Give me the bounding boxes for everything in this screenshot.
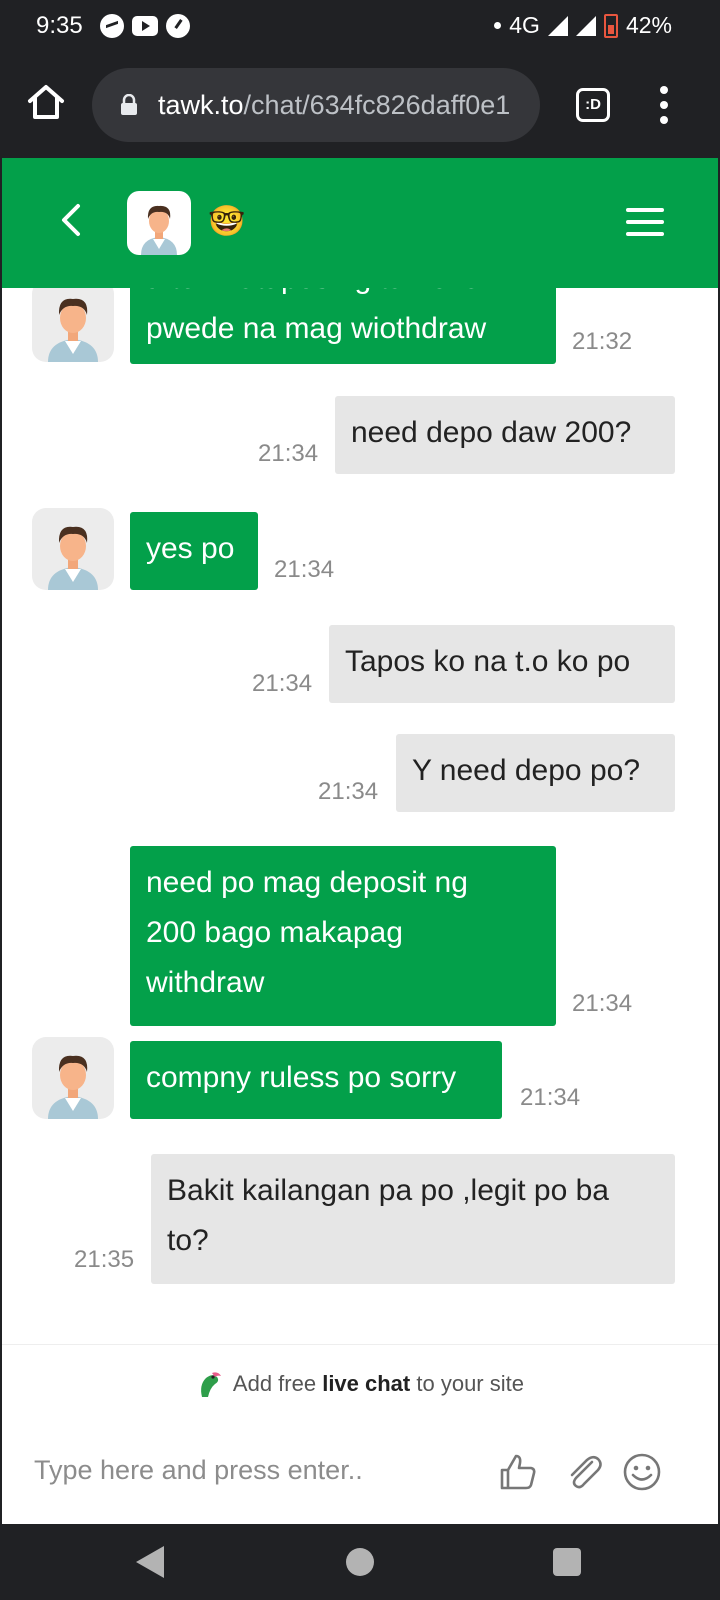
message-line: Bakit kailangan pa po ,legit po ba [167,1174,609,1207]
message-line: withdraw [146,966,265,999]
lock-icon [121,94,137,115]
visitor-message: Bakit kailangan pa po ,legit po ba to? [151,1154,675,1284]
visitor-message: Tapos ko na t.o ko po [329,625,675,703]
message-line: need po mag deposit ng [146,866,468,899]
visitor-message: Y need depo po? [396,734,675,812]
address-bar[interactable]: tawk.to/chat/634fc826daff0e1 [92,68,540,142]
url-path: /chat/634fc826daff0e1 [243,90,511,120]
more-icon[interactable] [660,86,668,124]
message-time: 21:34 [572,990,633,1017]
branding-prefix: Add free [232,1371,317,1396]
thumbs-up-icon[interactable] [496,1450,540,1494]
system-navigation [0,1524,720,1600]
message-time: 21:34 [258,440,319,467]
visitor-message: need depo daw 200? [335,396,675,474]
emoji-icon[interactable] [620,1450,664,1494]
extension-icon[interactable]: :D [576,88,610,122]
nav-back-icon[interactable] [136,1546,164,1578]
agent-avatar [127,191,191,255]
message-input[interactable] [34,1442,474,1498]
messenger-icon [100,14,124,38]
status-indicators: 4G 42% [494,12,672,39]
agent-message: after matapos ng turnover pwede na mag w… [130,288,556,364]
battery-icon [603,13,618,38]
message-time: 21:34 [274,556,335,583]
dot-icon [494,22,502,29]
message-composer [2,1422,718,1524]
message-line: 200 bago makapag [146,916,403,949]
url-text: tawk.to/chat/634fc826daff0e1 [158,90,528,121]
agent-message: compny ruless po sorry [130,1041,502,1119]
gauge-icon [166,14,190,38]
message-time: 21:35 [74,1246,135,1273]
chat-messages[interactable]: after matapos ng turnover pwede na mag w… [2,288,718,1344]
message-time: 21:32 [572,328,633,355]
notification-icons [100,14,190,38]
signal-icon-2 [575,15,596,36]
url-host: tawk.to [158,90,244,120]
menu-icon[interactable] [626,208,664,236]
status-bar: 9:35 4G 42% [0,0,720,54]
agent-avatar [32,1037,114,1119]
signal-icon [547,15,568,36]
network-type: 4G [509,12,540,38]
message-time: 21:34 [252,670,313,697]
message-line: pwede na mag wiothdraw [146,312,487,345]
back-icon[interactable] [56,198,86,242]
message-time: 21:34 [520,1084,581,1111]
status-time: 9:35 [36,12,83,39]
browser-toolbar: tawk.to/chat/634fc826daff0e1 :D [0,54,720,156]
agent-avatar [32,508,114,590]
agent-status-emoji: 🤓 [208,205,246,238]
branding-suffix: to your site [416,1371,524,1396]
home-icon[interactable] [26,82,66,122]
nav-recents-icon[interactable] [553,1548,581,1576]
nav-home-icon[interactable] [346,1548,374,1576]
powered-by-link[interactable]: Add free live chat to your site [2,1344,718,1422]
agent-message: yes po [130,512,258,590]
message-line: after matapos ng turnover [146,288,540,304]
chat-header: 🤓 [2,158,718,288]
message-line: to? [167,1224,209,1257]
agent-message: need po mag deposit ng 200 bago makapag … [130,846,556,1026]
youtube-icon [132,16,158,36]
branding-highlight: live chat [322,1371,411,1396]
paperclip-icon[interactable] [562,1450,606,1494]
battery-level: 42% [625,12,672,38]
parrot-icon [201,1372,221,1397]
message-time: 21:34 [318,778,379,805]
agent-avatar [32,288,114,362]
